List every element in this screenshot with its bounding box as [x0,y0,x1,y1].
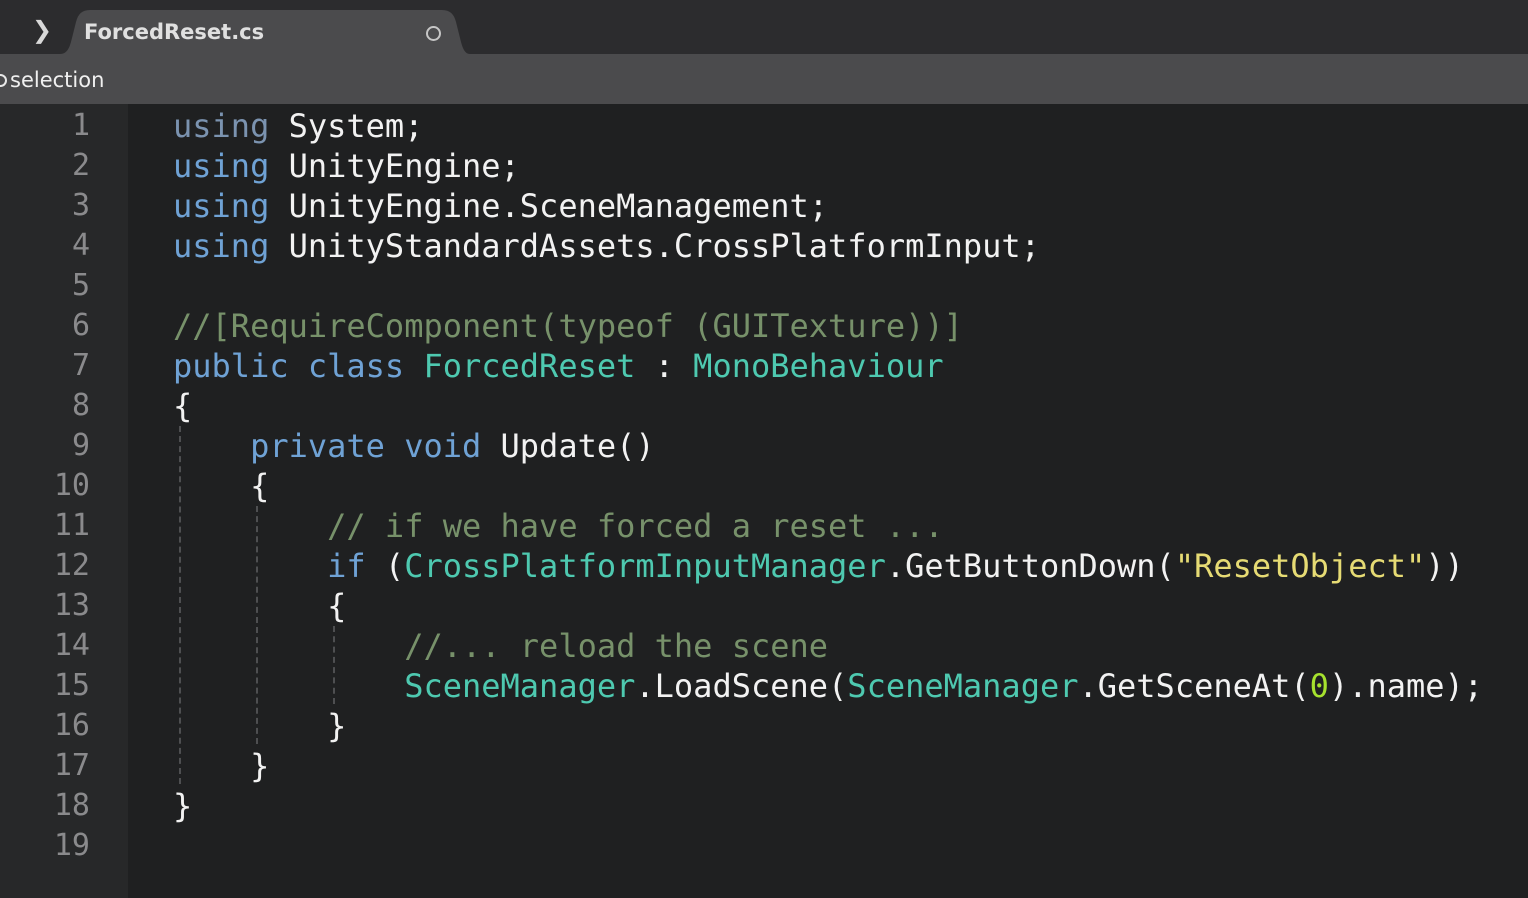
code-token: CrossPlatformInputManager [404,547,886,585]
code-token: ForcedReset [423,347,636,385]
code-line: { [173,386,192,426]
code-token: 0 [1309,667,1329,705]
code-token: SceneManager [847,667,1079,705]
code-line: if (CrossPlatformInputManager.GetButtonD… [173,546,1464,586]
code-line: } [173,786,192,826]
code-token: .LoadScene( [635,667,848,705]
line-number: 15 [53,668,90,703]
code-token: { [173,587,347,625]
code-line: // if we have forced a reset ... [173,506,944,546]
line-number: 11 [53,508,90,543]
code-token: )) [1425,547,1464,585]
code-token: void [404,427,482,465]
code-line: using UnityStandardAssets.CrossPlatformI… [173,226,1040,266]
code-token: UnityEngine; [269,147,520,185]
code-token: public [173,347,289,385]
line-number: 8 [71,388,90,423]
code-token: { [173,467,270,505]
line-number: 2 [71,148,90,183]
line-number: 10 [53,468,90,503]
code-token: { [173,387,193,425]
line-number: 12 [53,548,90,583]
code-token: //[RequireComponent(typeof (GUITexture))… [173,307,963,345]
code-token: ( [365,547,405,585]
circle-icon [0,74,7,87]
line-number: 7 [71,348,90,383]
code-token: "ResetObject" [1174,547,1426,585]
code-token: if [327,547,366,585]
code-token: private [250,427,385,465]
code-token: System; [269,107,424,145]
code-token: .GetButtonDown( [885,547,1175,585]
line-number: 19 [53,828,90,863]
code-line: } [173,706,346,746]
code-token: //... reload the scene [404,627,829,665]
code-token: using [173,187,270,225]
code-token: using [173,227,270,265]
code-token: UnityStandardAssets.CrossPlatformInput; [269,227,1040,265]
line-number: 14 [53,628,90,663]
code-editor[interactable]: using System; using UnityEngine; using Uni… [128,104,1528,898]
code-token: // if we have forced a reset ... [327,507,944,545]
code-line: SceneManager.LoadScene(SceneManager.GetS… [173,666,1483,706]
code-token: : [635,347,694,385]
tab-bar: ❯ ForcedReset.cs [0,0,1528,54]
code-token: Update() [481,427,655,465]
line-number: 18 [53,788,90,823]
code-token: class [307,347,405,385]
code-line: private void Update() [173,426,655,466]
line-number: 1 [71,108,90,143]
code-token: ).name); [1328,667,1484,705]
code-line: public class ForcedReset : MonoBehaviour [173,346,944,386]
line-number: 16 [53,708,90,743]
line-number: 4 [71,228,90,263]
line-number: 13 [53,588,90,623]
chevron-right-icon[interactable]: ❯ [28,14,56,46]
code-token: UnityEngine.SceneManagement; [269,187,829,225]
line-number: 5 [71,268,90,303]
code-token: } [173,787,193,825]
code-line: using UnityEngine; [173,146,520,186]
code-token: .GetSceneAt( [1078,667,1310,705]
line-number: 6 [71,308,90,343]
tab-forcedreset[interactable]: ForcedReset.cs [60,10,470,54]
line-number: 17 [53,748,90,783]
code-token: } [173,707,347,745]
code-line: //[RequireComponent(typeof (GUITexture))… [173,306,963,346]
code-line: { [173,586,346,626]
code-token: } [173,747,270,785]
code-token: using [173,107,270,145]
code-line: using UnityEngine.SceneManagement; [173,186,828,226]
line-number-gutter: 1 2 3 4 5 6 7 8 9 10 11 12 13 14 15 16 17 18 19 [0,104,128,898]
code-token: using [173,147,270,185]
unsaved-dot-icon[interactable] [426,26,441,41]
tab-title: ForcedReset.cs [84,20,265,44]
selection-info-bar: selection [0,54,1528,104]
line-number: 3 [71,188,90,223]
code-line: //... reload the scene [173,626,828,666]
code-line: } [173,746,269,786]
code-token: MonoBehaviour [693,347,944,385]
code-token: SceneManager [404,667,636,705]
selection-label: selection [10,68,105,92]
code-line: using System; [173,106,423,146]
code-line: { [173,466,269,506]
line-number: 9 [71,428,90,463]
